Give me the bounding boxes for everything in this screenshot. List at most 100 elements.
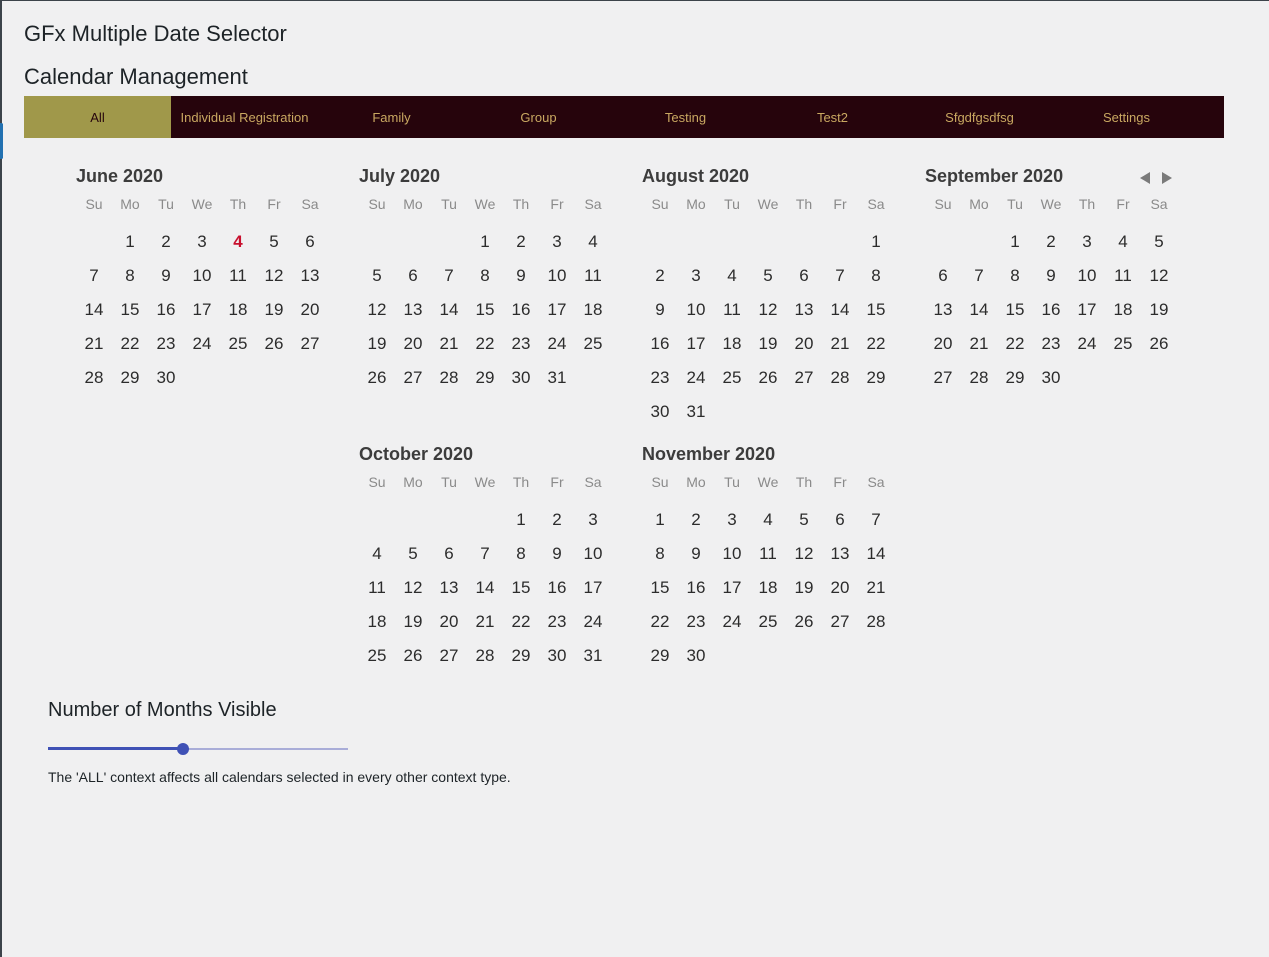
- day-cell[interactable]: 3: [184, 225, 220, 259]
- day-cell[interactable]: 1: [467, 225, 503, 259]
- day-cell[interactable]: 25: [575, 327, 611, 361]
- day-cell[interactable]: 31: [678, 395, 714, 429]
- day-cell[interactable]: 26: [359, 361, 395, 395]
- day-cell[interactable]: 23: [503, 327, 539, 361]
- day-cell[interactable]: 26: [1141, 327, 1177, 361]
- day-cell[interactable]: 17: [714, 571, 750, 605]
- tab-test2[interactable]: Test2: [759, 96, 906, 138]
- day-cell[interactable]: 17: [575, 571, 611, 605]
- day-cell[interactable]: 29: [858, 361, 894, 395]
- day-cell[interactable]: 6: [431, 537, 467, 571]
- tab-group[interactable]: Group: [465, 96, 612, 138]
- day-cell[interactable]: 15: [858, 293, 894, 327]
- day-cell[interactable]: 18: [714, 327, 750, 361]
- slider-thumb[interactable]: [177, 743, 189, 755]
- day-cell[interactable]: 26: [256, 327, 292, 361]
- day-cell[interactable]: 5: [750, 259, 786, 293]
- day-cell[interactable]: 21: [467, 605, 503, 639]
- day-cell[interactable]: 16: [503, 293, 539, 327]
- day-cell[interactable]: 23: [642, 361, 678, 395]
- tab-family[interactable]: Family: [318, 96, 465, 138]
- day-cell[interactable]: 7: [431, 259, 467, 293]
- day-cell[interactable]: 2: [148, 225, 184, 259]
- day-cell[interactable]: 28: [961, 361, 997, 395]
- day-cell[interactable]: 26: [750, 361, 786, 395]
- day-cell[interactable]: 5: [395, 537, 431, 571]
- day-cell[interactable]: 20: [786, 327, 822, 361]
- day-cell[interactable]: 20: [822, 571, 858, 605]
- day-cell[interactable]: 6: [786, 259, 822, 293]
- day-cell[interactable]: 24: [575, 605, 611, 639]
- tab-individual-registration[interactable]: Individual Registration: [171, 96, 318, 138]
- day-cell[interactable]: 6: [292, 225, 328, 259]
- day-cell[interactable]: 1: [997, 225, 1033, 259]
- day-cell[interactable]: 21: [431, 327, 467, 361]
- day-cell[interactable]: 27: [786, 361, 822, 395]
- day-cell[interactable]: 14: [858, 537, 894, 571]
- day-cell[interactable]: 31: [575, 639, 611, 673]
- day-cell[interactable]: 24: [539, 327, 575, 361]
- day-cell[interactable]: 15: [997, 293, 1033, 327]
- day-cell[interactable]: 15: [467, 293, 503, 327]
- day-cell[interactable]: 17: [1069, 293, 1105, 327]
- day-cell[interactable]: 1: [503, 503, 539, 537]
- day-cell[interactable]: 10: [184, 259, 220, 293]
- day-cell[interactable]: 16: [642, 327, 678, 361]
- day-cell[interactable]: 4: [1105, 225, 1141, 259]
- day-cell[interactable]: 1: [858, 225, 894, 259]
- day-cell[interactable]: 11: [575, 259, 611, 293]
- day-cell[interactable]: 2: [539, 503, 575, 537]
- day-cell[interactable]: 3: [539, 225, 575, 259]
- day-cell[interactable]: 8: [503, 537, 539, 571]
- day-cell[interactable]: 9: [148, 259, 184, 293]
- day-cell[interactable]: 16: [539, 571, 575, 605]
- day-cell[interactable]: 27: [925, 361, 961, 395]
- tab-sfgdfgsdfsg[interactable]: Sfgdfgsdfsg: [906, 96, 1053, 138]
- day-cell[interactable]: 22: [467, 327, 503, 361]
- day-cell[interactable]: 4: [714, 259, 750, 293]
- day-cell[interactable]: 31: [539, 361, 575, 395]
- day-cell[interactable]: 12: [256, 259, 292, 293]
- day-cell[interactable]: 14: [76, 293, 112, 327]
- day-cell[interactable]: 14: [431, 293, 467, 327]
- day-cell[interactable]: 13: [786, 293, 822, 327]
- day-cell[interactable]: 19: [256, 293, 292, 327]
- day-cell[interactable]: 12: [395, 571, 431, 605]
- day-cell[interactable]: 10: [1069, 259, 1105, 293]
- day-cell[interactable]: 7: [467, 537, 503, 571]
- day-cell[interactable]: 12: [786, 537, 822, 571]
- day-cell[interactable]: 17: [678, 327, 714, 361]
- months-visible-slider[interactable]: [48, 740, 348, 758]
- day-cell[interactable]: 3: [714, 503, 750, 537]
- day-cell[interactable]: 6: [822, 503, 858, 537]
- day-cell[interactable]: 19: [750, 327, 786, 361]
- day-cell[interactable]: 23: [148, 327, 184, 361]
- day-cell[interactable]: 7: [858, 503, 894, 537]
- day-cell[interactable]: 2: [678, 503, 714, 537]
- day-cell[interactable]: 14: [467, 571, 503, 605]
- triangle-right-icon[interactable]: [1160, 171, 1174, 185]
- day-cell[interactable]: 6: [395, 259, 431, 293]
- day-cell[interactable]: 24: [184, 327, 220, 361]
- day-cell[interactable]: 19: [359, 327, 395, 361]
- day-cell[interactable]: 6: [925, 259, 961, 293]
- day-cell[interactable]: 22: [112, 327, 148, 361]
- day-cell[interactable]: 10: [714, 537, 750, 571]
- triangle-left-icon[interactable]: [1138, 171, 1152, 185]
- day-cell[interactable]: 15: [503, 571, 539, 605]
- day-cell[interactable]: 22: [997, 327, 1033, 361]
- day-cell-today[interactable]: 4: [220, 225, 256, 259]
- day-cell[interactable]: 28: [431, 361, 467, 395]
- day-cell[interactable]: 23: [1033, 327, 1069, 361]
- day-cell[interactable]: 12: [1141, 259, 1177, 293]
- day-cell[interactable]: 30: [1033, 361, 1069, 395]
- day-cell[interactable]: 4: [750, 503, 786, 537]
- day-cell[interactable]: 1: [642, 503, 678, 537]
- day-cell[interactable]: 29: [997, 361, 1033, 395]
- day-cell[interactable]: 23: [678, 605, 714, 639]
- day-cell[interactable]: 22: [642, 605, 678, 639]
- day-cell[interactable]: 3: [575, 503, 611, 537]
- day-cell[interactable]: 14: [822, 293, 858, 327]
- day-cell[interactable]: 27: [292, 327, 328, 361]
- day-cell[interactable]: 11: [359, 571, 395, 605]
